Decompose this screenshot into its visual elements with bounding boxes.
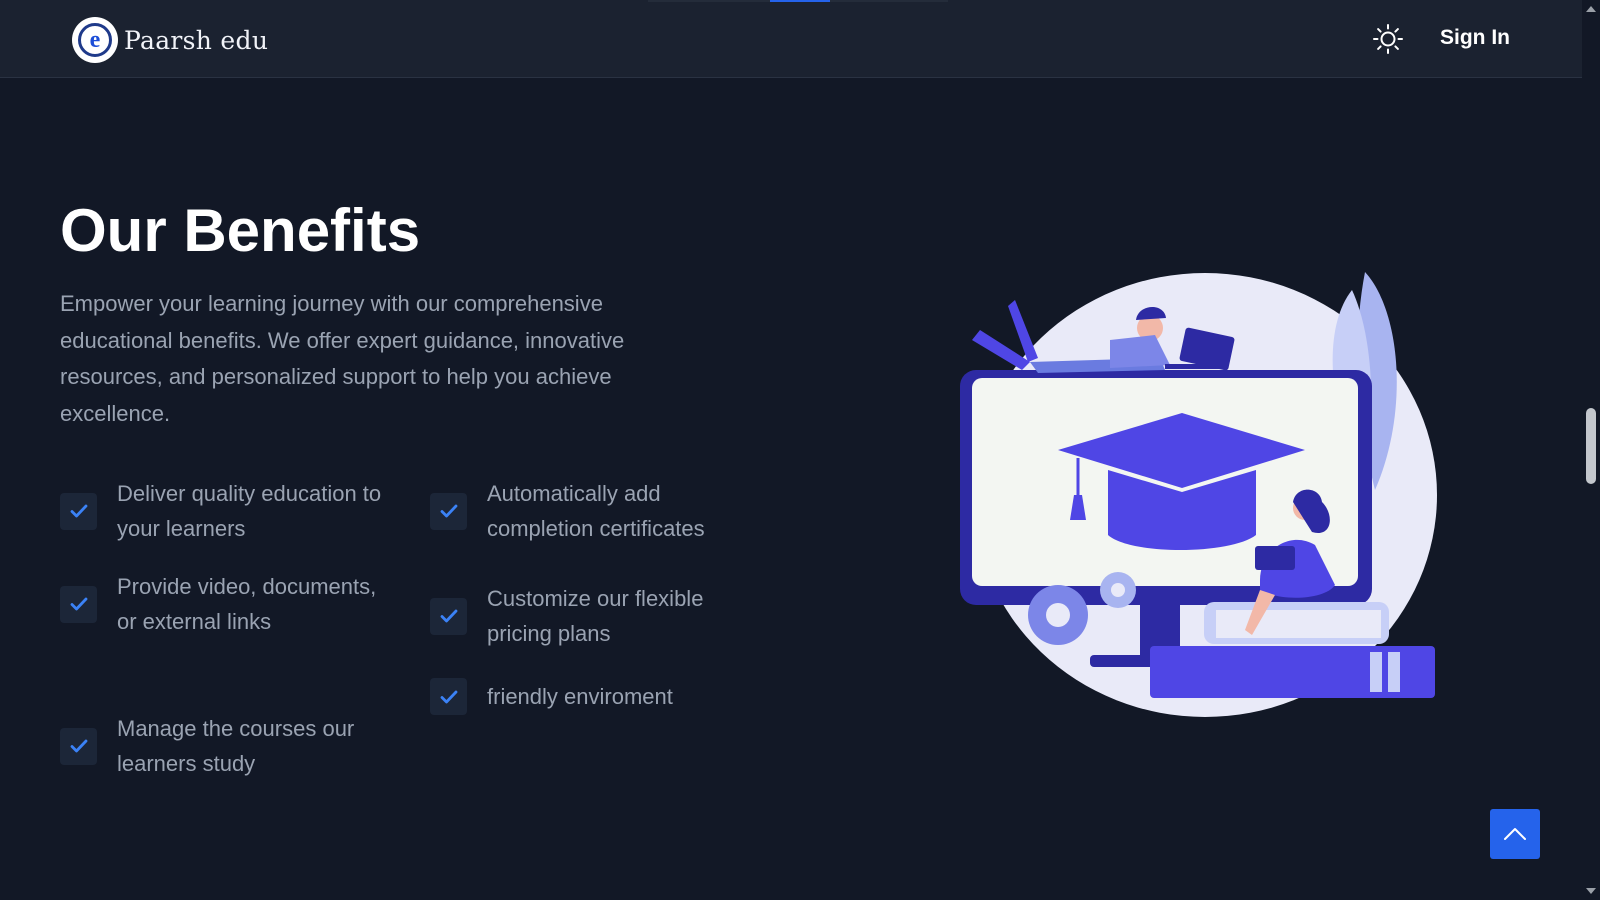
top-navbar: e Paarsh edu Sign In — [0, 0, 1582, 78]
check-icon — [430, 678, 467, 715]
section-title: Our Benefits — [60, 197, 421, 264]
chevron-up-icon — [1504, 828, 1526, 840]
education-illustration — [960, 270, 1460, 740]
logo-icon: e — [72, 17, 118, 63]
benefit-label: Deliver quality education to your learne… — [117, 481, 382, 541]
benefit-label: Provide video, documents, or external li… — [117, 574, 377, 634]
logo-text: Paarsh edu — [124, 25, 269, 55]
benefit-item: Automatically add completion certificate… — [430, 476, 750, 546]
benefit-item: friendly enviroment — [430, 678, 750, 715]
logo-letter: e — [78, 23, 112, 57]
scrollbar-thumb[interactable] — [1586, 408, 1596, 484]
benefit-label: friendly enviroment — [487, 684, 673, 709]
benefit-item: Provide video, documents, or external li… — [60, 569, 390, 639]
check-icon — [60, 727, 97, 765]
benefit-label: Customize our flexible pricing plans — [487, 586, 704, 646]
page-scrollbar[interactable] — [1582, 0, 1600, 900]
check-icon — [60, 585, 97, 623]
benefit-item: Deliver quality education to your learne… — [60, 476, 400, 546]
sign-in-button[interactable]: Sign In — [1440, 26, 1510, 50]
active-indicator — [770, 0, 830, 2]
sun-icon[interactable] — [1372, 23, 1404, 55]
benefit-item: Customize our flexible pricing plans — [430, 581, 750, 651]
benefit-label: Manage the courses our learners study — [117, 716, 355, 776]
check-icon — [430, 492, 467, 530]
check-icon — [430, 597, 467, 635]
brand-logo[interactable]: e Paarsh edu — [72, 17, 268, 63]
scroll-down-arrow-icon[interactable] — [1586, 888, 1596, 894]
benefit-label: Automatically add completion certificate… — [487, 481, 705, 541]
top-progress-indicator — [648, 0, 948, 2]
scroll-up-arrow-icon[interactable] — [1586, 6, 1596, 12]
section-description: Empower your learning journey with our c… — [60, 291, 625, 426]
benefit-item: Manage the courses our learners study — [60, 711, 400, 781]
check-icon — [60, 492, 97, 530]
scroll-to-top-button[interactable] — [1490, 809, 1540, 859]
